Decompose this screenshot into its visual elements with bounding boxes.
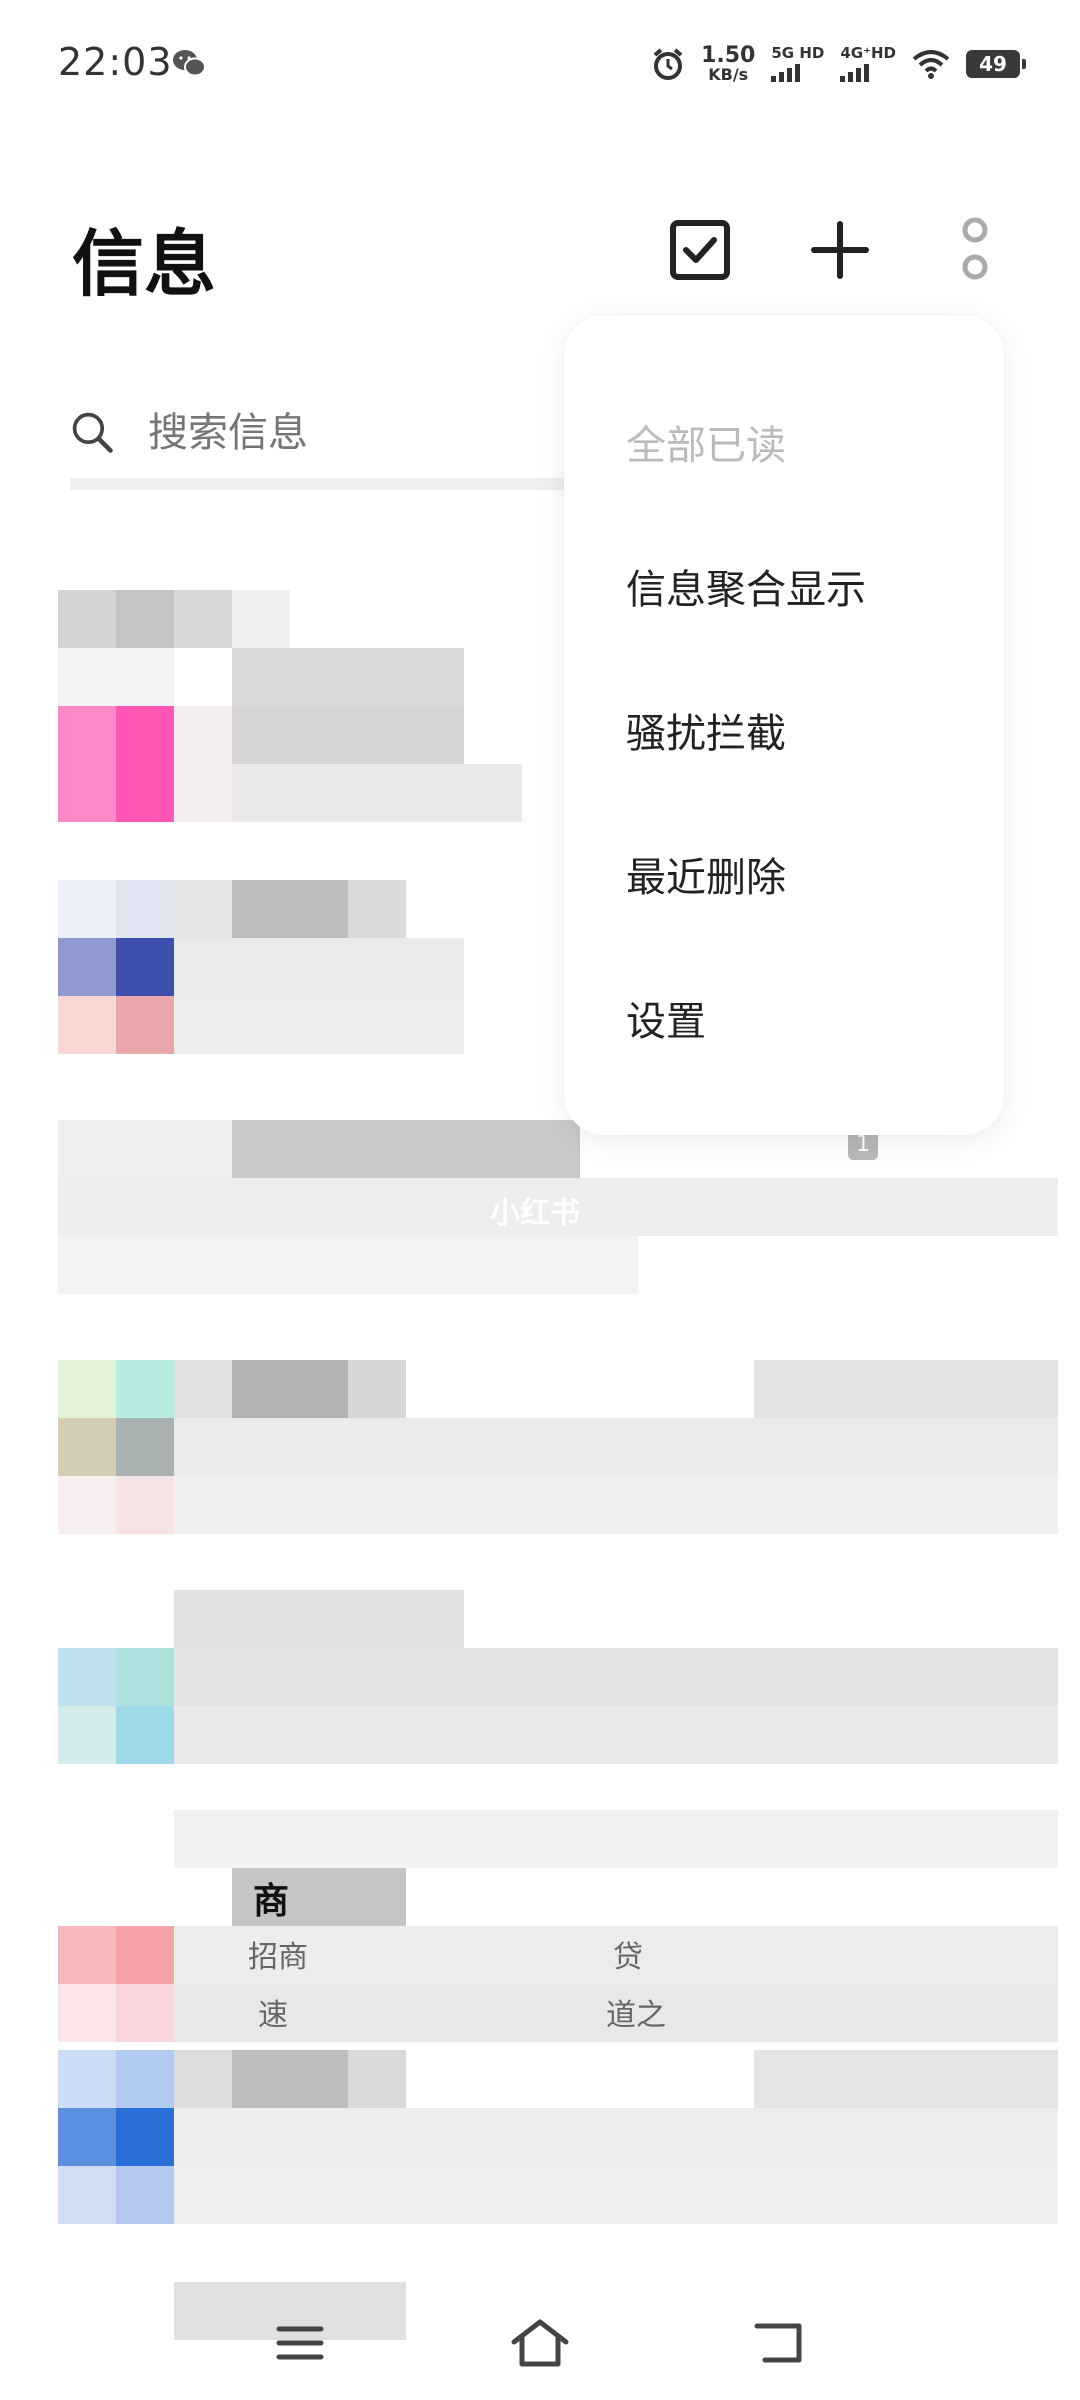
search-bar[interactable]	[70, 385, 570, 481]
menu-item-settings[interactable]: 设置	[626, 989, 706, 1047]
clock: 22:03	[58, 40, 173, 84]
menu-item-aggregate-display[interactable]: 信息聚合显示	[626, 557, 866, 615]
network-speed: 1.50 KB/s	[701, 43, 756, 84]
avatar	[116, 2050, 174, 2108]
avatar	[116, 1926, 174, 1984]
snippet-text: 商	[253, 1881, 290, 1922]
signal-bars-icon	[771, 64, 801, 82]
snippet-text: 速	[258, 1998, 288, 2033]
home-icon	[511, 2319, 569, 2367]
avatar	[116, 1648, 174, 1706]
avatar	[116, 1360, 174, 1418]
snippet-text: 贷	[613, 1940, 643, 1975]
signal-4g: 4G⁺HD	[840, 46, 896, 82]
wifi-icon	[912, 50, 950, 79]
signal-bars-icon	[840, 64, 870, 82]
watermark: 小红书	[490, 1196, 580, 1231]
avatar	[116, 938, 174, 996]
avatar	[58, 1360, 116, 1418]
status-bar: 22:03 1.50 KB/s 5G HD 4G⁺HD 49	[0, 0, 1080, 130]
divider	[70, 478, 570, 490]
menu-item-mark-all-read: 全部已读	[626, 423, 786, 469]
battery-indicator: 49	[966, 50, 1026, 78]
avatar	[58, 1926, 116, 1984]
alarm-icon	[653, 48, 683, 80]
back-icon	[754, 2323, 802, 2363]
page-title: 信息	[72, 222, 217, 306]
snippet-text: 道之	[606, 1998, 666, 2033]
plus-icon	[811, 221, 869, 279]
avatar	[58, 938, 116, 996]
more-dots-icon	[962, 217, 988, 280]
wechat-notification-icon	[173, 50, 206, 77]
menu-item-spam-blocking[interactable]: 骚扰拦截	[626, 701, 786, 759]
signal-5g: 5G HD	[771, 46, 824, 82]
list-item[interactable]	[58, 1590, 1058, 1790]
list-item[interactable]: 小红书 1	[58, 1120, 1058, 1340]
new-message-button[interactable]	[800, 210, 880, 290]
list-item[interactable]	[58, 1360, 1058, 1560]
recents-button[interactable]	[255, 2308, 345, 2378]
avatar	[116, 2108, 174, 2166]
overflow-menu: 全部已读 信息聚合显示 骚扰拦截 最近删除 设置	[564, 315, 1004, 1135]
avatar	[58, 706, 116, 822]
checkbox-icon	[670, 220, 730, 280]
menu-item-recently-deleted[interactable]: 最近删除	[626, 845, 786, 903]
avatar	[58, 1648, 116, 1706]
back-button[interactable]	[735, 2308, 825, 2378]
avatar	[58, 2050, 116, 2108]
select-messages-button[interactable]	[660, 210, 740, 290]
search-input[interactable]	[146, 409, 570, 457]
home-button[interactable]	[495, 2308, 585, 2378]
search-icon	[72, 412, 113, 453]
avatar	[58, 2108, 116, 2166]
list-item[interactable]: 商 招商 贷 速 道之	[58, 1810, 1058, 2042]
list-item[interactable]	[58, 2050, 1058, 2340]
more-options-button[interactable]	[935, 210, 1015, 290]
navigation-bar	[0, 2290, 1080, 2400]
avatar	[116, 1706, 174, 1764]
menu-icon	[276, 2326, 324, 2360]
snippet-text: 招商	[248, 1940, 308, 1975]
avatar	[116, 706, 174, 822]
